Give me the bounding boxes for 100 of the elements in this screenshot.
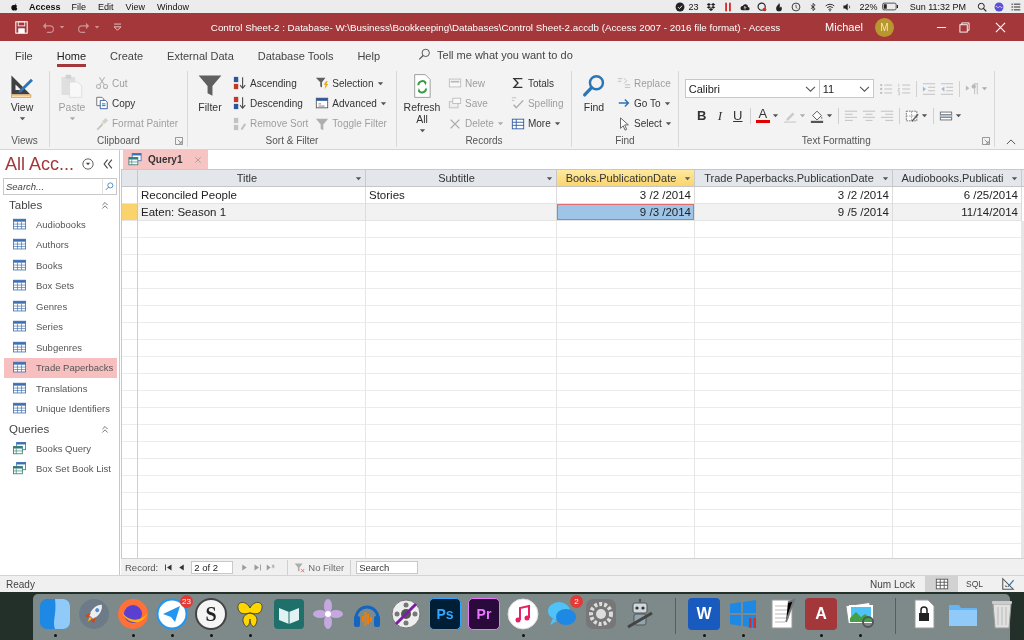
dropdown-arrow-icon[interactable] xyxy=(684,174,691,182)
double-chevron-up-icon[interactable] xyxy=(101,424,109,434)
pause-icon[interactable] xyxy=(722,1,733,12)
font-color-button[interactable]: A xyxy=(753,106,781,125)
double-chevron-up-icon[interactable] xyxy=(101,200,109,210)
underline-button[interactable]: U xyxy=(728,106,747,125)
find-button[interactable]: Find xyxy=(576,71,612,134)
cloud-upload-icon[interactable] xyxy=(739,1,750,12)
ribbon-tab[interactable]: Help xyxy=(345,41,392,68)
ribbon-tab[interactable]: External Data xyxy=(155,41,246,68)
totals-button[interactable]: Totals xyxy=(508,73,557,94)
column-header[interactable]: Title xyxy=(138,170,366,186)
ribbon-tab[interactable]: File xyxy=(3,41,45,68)
ribbon-tab[interactable]: Create xyxy=(98,41,156,68)
letter-tile[interactable]: Ps xyxy=(429,598,461,630)
font-name-combobox[interactable]: Calibri xyxy=(684,79,820,98)
dropdown-arrow-icon[interactable] xyxy=(882,174,889,182)
document-tab[interactable]: Query1 xyxy=(123,150,209,169)
double-chevron-left-icon[interactable] xyxy=(102,158,115,170)
speaker-icon[interactable] xyxy=(841,1,852,12)
chevron-up-icon[interactable] xyxy=(1006,138,1016,146)
go-to-button[interactable]: Go To xyxy=(615,93,673,114)
navigation-item[interactable]: Books Query xyxy=(4,438,117,459)
save-icon[interactable] xyxy=(15,20,28,34)
clock-icon[interactable] xyxy=(790,1,801,12)
selection-button[interactable]: Selection xyxy=(313,73,386,94)
section-header[interactable]: Tables xyxy=(9,199,43,211)
letter-tile[interactable]: S xyxy=(195,598,227,630)
column-header[interactable]: Audiobooks.Publicati xyxy=(893,170,1022,186)
first-record-icon[interactable] xyxy=(164,562,174,572)
user-name[interactable]: Michael xyxy=(825,21,863,33)
navigation-item[interactable]: Box Sets xyxy=(4,275,117,296)
select-button[interactable]: Select xyxy=(615,113,674,134)
descending-button[interactable]: Descending xyxy=(231,93,305,114)
check-circle-icon[interactable] xyxy=(674,1,685,12)
ascending-button[interactable]: Ascending xyxy=(231,73,299,94)
navigation-item[interactable]: Translations xyxy=(4,378,117,399)
record-number-field[interactable]: 2 of 2 xyxy=(191,560,234,574)
navigation-item[interactable]: Subgenres xyxy=(4,337,117,358)
column-header[interactable]: Books.PublicationDate xyxy=(557,170,695,186)
navigation-item[interactable]: Series xyxy=(4,316,117,337)
menu-item[interactable]: Edit xyxy=(98,1,114,12)
filter-button[interactable]: Filter xyxy=(192,71,228,134)
navigation-item[interactable]: Authors xyxy=(4,234,117,255)
navigation-item[interactable]: Books xyxy=(4,255,117,276)
dropdown-circle-icon[interactable] xyxy=(82,158,95,170)
letter-tile[interactable]: A xyxy=(805,598,837,630)
numbered-list-icon xyxy=(896,81,911,96)
datasheet-view-button[interactable] xyxy=(925,576,958,592)
dropdown-arrow-icon[interactable] xyxy=(355,174,362,182)
copy-button[interactable]: Copy xyxy=(93,93,138,114)
film-reel-icon[interactable] xyxy=(390,598,422,630)
italic-button[interactable]: I xyxy=(710,106,729,125)
orb-icon[interactable] xyxy=(994,1,1004,12)
dialog-launcher-icon[interactable] xyxy=(981,136,990,145)
dialog-launcher-icon[interactable] xyxy=(175,136,183,145)
gear-icon[interactable] xyxy=(585,598,617,630)
search-icon[interactable] xyxy=(977,1,987,12)
list-icon[interactable] xyxy=(1011,1,1021,12)
bold-button[interactable]: B xyxy=(692,106,711,125)
section-header[interactable]: Queries xyxy=(9,423,50,435)
font-size-combobox[interactable]: 11 xyxy=(818,79,874,98)
dropdown-arrow-icon[interactable] xyxy=(1011,174,1018,182)
advanced-button[interactable]: Advanced xyxy=(313,93,389,114)
letter-tile[interactable]: W xyxy=(688,598,720,630)
wifi-icon[interactable] xyxy=(824,1,835,12)
menu-item[interactable]: File xyxy=(71,1,87,12)
search-field[interactable]: Search... xyxy=(3,178,102,195)
music-note-icon[interactable] xyxy=(507,598,539,630)
navigation-item[interactable]: Trade Paperbacks xyxy=(4,357,117,378)
ribbon-tab[interactable]: Database Tools xyxy=(245,41,346,68)
book-icon[interactable] xyxy=(273,598,305,630)
navigation-item[interactable]: Audiobooks xyxy=(4,214,117,235)
caret-bar-icon[interactable] xyxy=(112,21,123,33)
navigation-item[interactable]: Genres xyxy=(4,296,117,317)
more-button[interactable]: More xyxy=(508,113,563,134)
battery-icon[interactable] xyxy=(881,2,899,11)
globe-icon[interactable] xyxy=(117,598,149,630)
column-header[interactable]: Trade Paperbacks.PublicationDate xyxy=(695,170,893,186)
menu-item[interactable]: View xyxy=(125,1,145,12)
tell-me-field[interactable]: Tell me what you want to do xyxy=(437,48,637,61)
dropdown-arrow-icon[interactable] xyxy=(546,174,553,182)
previous-record-icon[interactable] xyxy=(177,562,187,572)
navigation-item[interactable]: Box Set Book List xyxy=(4,458,117,479)
refresh-all-button[interactable]: Refresh All xyxy=(401,71,443,134)
view-button[interactable]: View xyxy=(4,71,40,134)
sql-view-button[interactable]: SQL xyxy=(958,576,991,592)
search-field[interactable]: Search xyxy=(356,560,419,574)
menu-item[interactable]: Window xyxy=(156,1,189,12)
app-menu[interactable]: Access xyxy=(29,1,61,12)
diamond-cluster-icon[interactable] xyxy=(705,1,716,12)
clock[interactable]: Sun 11:32 PM xyxy=(909,1,966,12)
rocket-icon[interactable] xyxy=(78,598,110,630)
flower-icon[interactable] xyxy=(312,598,344,630)
flame-icon[interactable] xyxy=(773,1,784,12)
navigation-item[interactable]: Unique Identifiers xyxy=(4,398,117,419)
letter-tile[interactable]: Pr xyxy=(468,598,500,630)
restore-icon[interactable] xyxy=(959,21,970,33)
navigation-pane-title[interactable]: All Acc... xyxy=(5,153,75,175)
ring-icon[interactable] xyxy=(756,1,767,12)
